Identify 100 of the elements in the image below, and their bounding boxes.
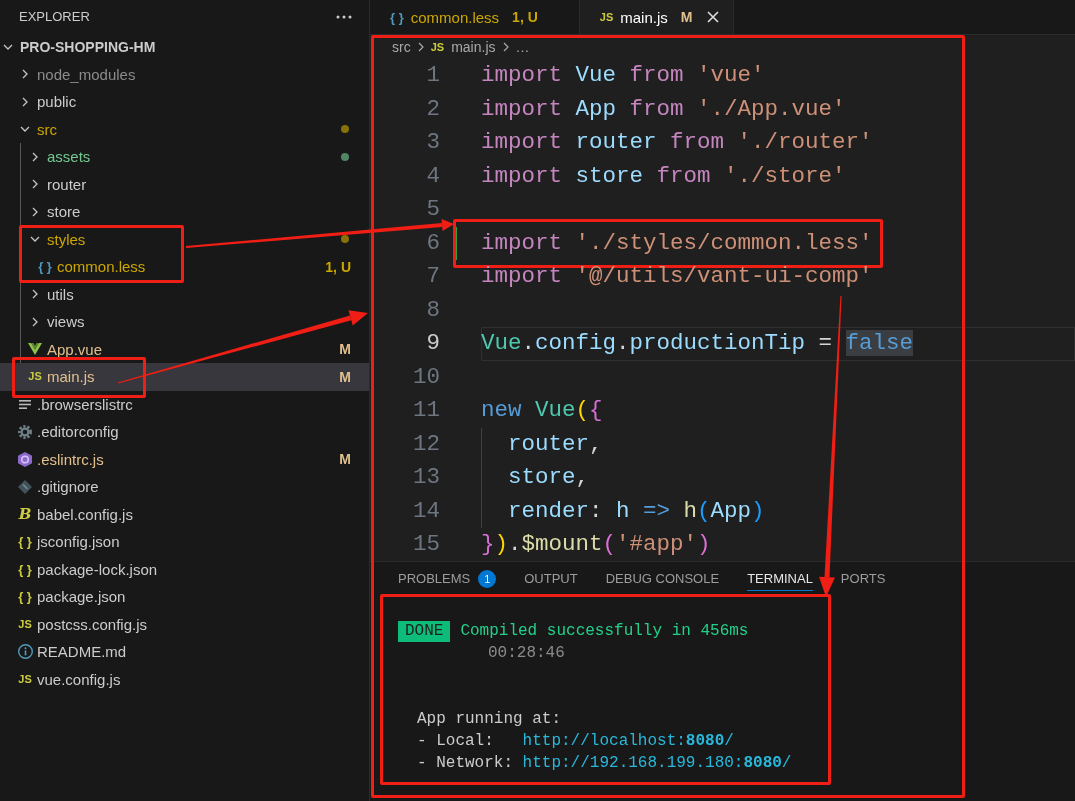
braces-icon: { } — [18, 535, 32, 549]
status-label: M — [680, 9, 693, 25]
line-number: 14 — [412, 496, 440, 526]
file-item[interactable]: App.vue M — [0, 335, 369, 363]
code-line: import App from './App.vue' — [481, 94, 846, 124]
code-line: import './styles/common.less' — [481, 228, 873, 258]
project-folder-item[interactable]: PRO-SHOPPING-HM — [0, 33, 369, 61]
breadcrumb-item[interactable]: src — [392, 39, 411, 55]
more-icon[interactable] — [336, 14, 352, 19]
status-label: 1, U — [512, 9, 538, 25]
terminal-text: 00:28:46 — [488, 643, 565, 664]
line-number: 4 — [425, 161, 440, 191]
status-label: M — [339, 368, 351, 385]
file-item[interactable]: .eslintrc.js M — [0, 445, 369, 473]
gear-icon — [18, 424, 32, 439]
file-item[interactable]: .gitignore — [0, 473, 369, 501]
code-line: import store from './store' — [481, 161, 846, 191]
editor-tab[interactable]: JS main.js M — [579, 0, 735, 34]
code-line: new Vue({ — [481, 396, 603, 425]
terminal-text: Compiled successfully in 456ms — [460, 621, 749, 642]
line-number: 8 — [425, 295, 440, 325]
line-number: 5 — [425, 195, 440, 224]
code-line: render: h => h(App) — [481, 494, 765, 528]
js-icon: JS — [28, 371, 42, 383]
status-label: 1, U — [325, 258, 351, 275]
braces-icon: { } — [18, 590, 32, 604]
folder-item[interactable]: utils — [0, 280, 369, 308]
chevron-down-icon[interactable] — [3, 43, 13, 50]
folder-item[interactable]: src — [0, 115, 369, 143]
chevron-down-icon[interactable] — [30, 236, 40, 243]
chevron-right-icon — [502, 42, 509, 52]
file-item[interactable]: { } common.less 1, U — [0, 253, 369, 281]
chevron-right-icon[interactable] — [32, 206, 38, 217]
panel-tab[interactable]: PROBLEMS 1 — [398, 567, 497, 591]
file-item[interactable]: JS main.js M — [0, 363, 369, 391]
file-item[interactable]: JS vue.config.js — [0, 665, 369, 693]
js-icon: JS — [18, 673, 32, 685]
breadcrumb-item[interactable]: JS main.js — [430, 39, 496, 55]
line-number: 11 — [412, 396, 440, 425]
terminal-text: - Network: — [417, 753, 514, 774]
count-badge: 1 — [478, 569, 497, 588]
js-icon: JS — [18, 618, 32, 630]
breadcrumb-item[interactable]: … — [515, 39, 530, 55]
code-line: import Vue from 'vue' — [481, 61, 765, 90]
file-item[interactable]: .browserslistrc — [0, 390, 369, 418]
chevron-right-icon[interactable] — [22, 69, 28, 80]
panel-tab[interactable]: OUTPUT — [524, 567, 578, 591]
folder-item[interactable]: node_modules — [0, 60, 369, 88]
braces-icon: { } — [390, 10, 404, 24]
editor-tab[interactable]: { } common.less 1, U — [370, 0, 580, 34]
line-number: 2 — [425, 94, 440, 124]
lines-icon — [19, 399, 31, 409]
file-item[interactable]: JS postcss.config.js — [0, 610, 369, 638]
folder-item[interactable]: views — [0, 308, 369, 336]
file-item[interactable]: { } jsconfig.json — [0, 528, 369, 556]
chevron-right-icon — [417, 42, 424, 52]
file-item[interactable]: .editorconfig — [0, 418, 369, 446]
line-number: 6 — [425, 228, 440, 258]
file-item[interactable]: { } package.json — [0, 583, 369, 611]
panel-tab[interactable]: DEBUG CONSOLE — [605, 567, 720, 591]
chevron-right-icon[interactable] — [32, 316, 38, 327]
chevron-right-icon[interactable] — [32, 151, 38, 162]
line-number: 15 — [412, 530, 440, 559]
file-item[interactable]: README.md — [0, 638, 369, 666]
code-line: store, — [481, 461, 590, 495]
folder-item[interactable]: public — [0, 88, 369, 116]
terminal-text: - Local: — [417, 731, 495, 752]
line-number: 13 — [412, 463, 440, 492]
chevron-right-icon[interactable] — [22, 96, 28, 107]
hexagon-icon — [18, 451, 32, 467]
vue-icon — [28, 343, 42, 356]
folder-item[interactable]: assets — [0, 143, 369, 171]
js-icon: JS — [599, 11, 614, 23]
chevron-down-icon[interactable] — [20, 126, 30, 133]
file-item[interactable]: B babel.config.js — [0, 500, 369, 528]
panel-tab[interactable]: TERMINAL — [747, 567, 813, 591]
js-icon: JS — [430, 41, 445, 53]
code-line: import router from './router' — [481, 128, 873, 157]
info-icon — [17, 644, 33, 660]
terminal-link[interactable]: http://192.168.199.180:8080/ — [522, 752, 792, 774]
status-label: M — [339, 341, 351, 358]
diamond-icon — [18, 479, 32, 494]
terminal-link[interactable]: http://localhost:8080/ — [522, 730, 734, 752]
folder-item[interactable]: store — [0, 198, 369, 226]
folder-item[interactable]: router — [0, 170, 369, 198]
braces-icon: { } — [18, 562, 32, 576]
status-label: M — [339, 451, 351, 468]
chevron-right-icon[interactable] — [32, 179, 38, 190]
code-line: }).$mount('#app') — [481, 530, 711, 559]
panel-tab[interactable]: PORTS — [840, 567, 886, 591]
line-number: 10 — [412, 362, 440, 392]
chevron-right-icon[interactable] — [32, 289, 38, 300]
line-number: 9 — [425, 329, 440, 358]
line-number: 7 — [425, 262, 440, 291]
terminal-text: App running at: — [417, 709, 562, 730]
folder-item[interactable]: styles — [0, 225, 369, 253]
file-item[interactable]: { } package-lock.json — [0, 555, 369, 583]
line-number: 12 — [412, 429, 440, 459]
line-number: 1 — [425, 61, 440, 90]
babel-icon: B — [18, 506, 32, 522]
